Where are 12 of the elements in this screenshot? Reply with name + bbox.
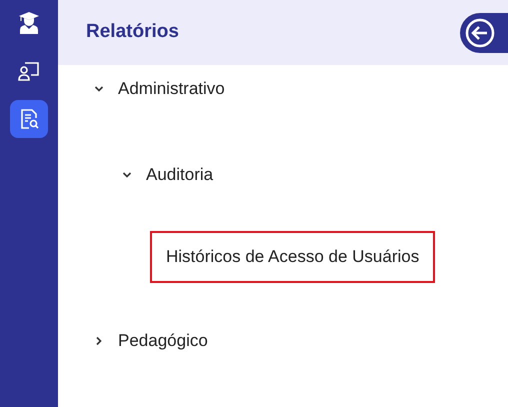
tree-node[interactable]: Administrativo [94, 45, 225, 133]
teacher-board-icon [17, 59, 41, 83]
graduate-icon [17, 11, 41, 35]
panel-title: Relatórios [86, 20, 179, 44]
chevron-right-icon [94, 336, 104, 346]
sidebar-button[interactable] [10, 100, 48, 138]
tree-node[interactable]: Auditoria [122, 131, 214, 219]
chevron-down-icon [94, 84, 104, 94]
chevron-down-icon [122, 170, 132, 180]
tree-item[interactable]: Históricos de Acesso de Usuários [150, 231, 436, 282]
collapse-button[interactable] [460, 12, 508, 52]
tree-node[interactable]: Pedagógico [94, 296, 208, 384]
